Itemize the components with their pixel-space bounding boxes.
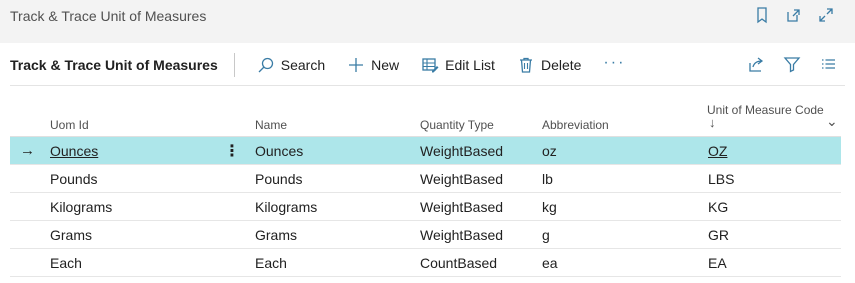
open-new-window-icon[interactable] (785, 6, 803, 24)
edit-list-icon (421, 56, 439, 74)
abbreviation-cell: ea (542, 255, 558, 271)
new-button[interactable]: New (347, 56, 399, 74)
table-header: Uom Id Name Quantity Type Abbreviation U… (10, 86, 841, 137)
list-title: Track & Trace Unit of Measures (10, 56, 218, 73)
column-header-quantity-type[interactable]: Quantity Type (420, 118, 494, 132)
more-actions-button[interactable]: ··· (603, 54, 625, 72)
name-cell: Pounds (255, 171, 303, 187)
abbreviation-cell: g (542, 227, 550, 243)
table-row[interactable]: Pounds Pounds WeightBased lb LBS (10, 165, 841, 193)
list-view-icon[interactable] (819, 55, 837, 73)
unit-code-cell: KG (708, 199, 729, 215)
uom-id-cell[interactable]: Pounds (50, 171, 97, 187)
name-cell: Each (255, 255, 287, 271)
column-header-unit-code[interactable]: Unit of Measure Code (707, 103, 824, 117)
share-icon[interactable] (747, 55, 765, 73)
name-cell: Ounces (255, 143, 304, 159)
column-dropdown-icon[interactable]: ⌄ (826, 113, 838, 130)
search-button[interactable]: Search (257, 56, 325, 74)
quantity-type-cell: CountBased (420, 255, 498, 271)
uom-id-cell[interactable]: Grams (50, 227, 92, 243)
filter-icon[interactable] (783, 55, 801, 73)
uom-id-cell[interactable]: Kilograms (50, 199, 112, 215)
search-icon (257, 56, 275, 74)
table-row[interactable]: → Ounces ⋮ Ounces WeightBased oz OZ (10, 137, 841, 165)
name-cell: Kilograms (255, 199, 318, 215)
unit-code-cell: EA (708, 255, 727, 271)
column-header-name[interactable]: Name (255, 118, 287, 132)
list-page-card: Track & Trace Unit of Measures Search Ne… (0, 43, 855, 283)
uom-id-cell[interactable]: Ounces (50, 143, 98, 159)
action-bar-right-tools (747, 55, 837, 73)
quantity-type-cell: WeightBased (420, 171, 504, 187)
page-title: Track & Trace Unit of Measures (10, 8, 207, 24)
abbreviation-cell: lb (542, 171, 553, 187)
quantity-type-cell: WeightBased (420, 227, 504, 243)
edit-list-label: Edit List (445, 56, 495, 73)
name-cell: Grams (255, 227, 297, 243)
expand-icon[interactable] (817, 6, 835, 24)
sort-descending-icon: ↓ (709, 115, 716, 130)
table-row[interactable]: Grams Grams WeightBased g GR (10, 221, 841, 249)
action-bar-divider (233, 52, 235, 77)
quantity-type-cell: WeightBased (420, 143, 504, 159)
abbreviation-cell: kg (542, 199, 557, 215)
page-header: Track & Trace Unit of Measures (0, 0, 855, 36)
action-bar: Track & Trace Unit of Measures Search Ne… (0, 43, 855, 86)
plus-icon (347, 56, 365, 74)
delete-label: Delete (540, 56, 582, 73)
uom-table: Uom Id Name Quantity Type Abbreviation U… (10, 86, 841, 277)
table-row[interactable]: Kilograms Kilograms WeightBased kg KG (10, 193, 841, 221)
new-label: New (371, 56, 400, 73)
search-label: Search (280, 56, 326, 73)
edit-list-button[interactable]: Edit List (421, 56, 495, 74)
row-menu-icon[interactable]: ⋮ (224, 141, 240, 161)
bookmark-icon[interactable] (753, 6, 771, 24)
column-header-abbreviation[interactable]: Abbreviation (542, 118, 609, 132)
uom-id-cell[interactable]: Each (50, 255, 82, 271)
table-row[interactable]: Each Each CountBased ea EA (10, 249, 841, 277)
unit-code-cell: OZ (708, 143, 728, 159)
quantity-type-cell: WeightBased (420, 199, 504, 215)
column-header-uom-id[interactable]: Uom Id (50, 118, 89, 132)
row-selected-arrow-icon: → (20, 142, 35, 159)
unit-code-cell: LBS (708, 171, 735, 187)
abbreviation-cell: oz (542, 143, 557, 159)
trash-icon (517, 56, 535, 74)
page-header-actions (753, 6, 835, 24)
delete-button[interactable]: Delete (517, 56, 581, 74)
unit-code-cell: GR (708, 227, 729, 243)
